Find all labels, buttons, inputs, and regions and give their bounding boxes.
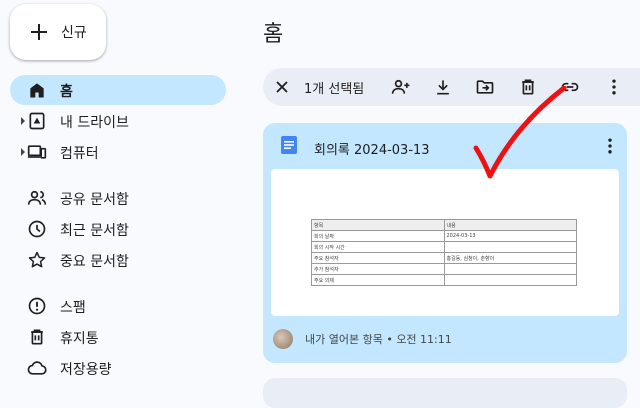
table-cell: 회의 날짜 <box>311 230 445 242</box>
computer-icon <box>27 145 47 159</box>
file-card[interactable] <box>263 378 627 408</box>
sidebar-item-recent[interactable]: 최근 문서함 <box>10 214 226 244</box>
sidebar-item-label: 휴지통 <box>60 331 99 347</box>
download-icon[interactable] <box>433 77 453 97</box>
clock-icon <box>28 220 46 238</box>
selection-count: 1개 선택됨 <box>304 82 365 97</box>
page-title: 홈 <box>263 22 284 47</box>
share-icon[interactable] <box>391 77 411 97</box>
sidebar-item-label: 홈 <box>60 84 73 100</box>
table-cell: 추가 참석자 <box>311 263 445 275</box>
table-row: 항목 내용 <box>311 219 577 231</box>
new-button-label: 신규 <box>61 25 87 41</box>
star-icon <box>28 251 46 268</box>
spam-icon <box>28 297 46 315</box>
home-icon <box>30 83 44 98</box>
table-row: 회의 날짜 2024-03-13 <box>311 230 577 242</box>
people-icon <box>27 190 47 205</box>
move-to-folder-icon[interactable] <box>475 77 495 97</box>
new-button[interactable]: 신규 <box>10 4 106 60</box>
sidebar-item-spam[interactable]: 스팸 <box>10 291 226 321</box>
file-preview: 항목 내용 회의 날짜 2024-03-13 회의 시작 시간 주요 참석자 홍… <box>271 169 619 316</box>
table-cell <box>443 274 577 286</box>
google-docs-icon <box>281 136 297 154</box>
table-cell: 회의 시작 시간 <box>311 241 445 253</box>
sidebar-item-my-drive[interactable]: 내 드라이브 <box>10 106 226 136</box>
sidebar-item-label: 공유 문서함 <box>60 192 129 208</box>
table-row: 주요 의제 <box>311 274 577 286</box>
more-vert-icon[interactable] <box>604 77 624 97</box>
selection-toolbar: 1개 선택됨 <box>263 68 640 106</box>
table-header-cell: 항목 <box>311 219 445 231</box>
sidebar-item-computers[interactable]: 컴퓨터 <box>10 137 226 167</box>
last-opened-text: 내가 열어본 항목 • 오전 11:11 <box>305 333 452 346</box>
my-drive-icon <box>29 112 45 130</box>
preview-table: 항목 내용 회의 날짜 2024-03-13 회의 시작 시간 주요 참석자 홍… <box>311 219 577 286</box>
sidebar-item-home[interactable]: 홈 <box>10 75 226 105</box>
file-title: 회의록 2024-03-13 <box>314 143 430 158</box>
sidebar-item-label: 컴퓨터 <box>60 146 99 162</box>
sidebar-item-label: 내 드라이브 <box>60 115 129 131</box>
table-cell <box>443 241 577 253</box>
caret-right-icon[interactable] <box>19 148 27 156</box>
table-cell <box>443 263 577 275</box>
table-header-cell: 내용 <box>443 219 577 231</box>
table-row: 주요 참석자 홍길동, 심청이, 춘향이 <box>311 252 577 264</box>
link-icon[interactable] <box>560 77 580 97</box>
close-icon[interactable] <box>272 77 292 97</box>
table-cell: 주요 의제 <box>311 274 445 286</box>
cloud-icon <box>27 361 47 375</box>
sidebar-item-starred[interactable]: 중요 문서함 <box>10 245 226 275</box>
sidebar-item-trash[interactable]: 휴지통 <box>10 322 226 352</box>
more-vert-icon[interactable] <box>600 136 620 156</box>
file-card[interactable]: 회의록 2024-03-13 항목 내용 회의 날짜 2024-03-13 회의… <box>263 123 627 363</box>
file-card-footer: 내가 열어본 항목 • 오전 11:11 <box>273 328 452 350</box>
trash-icon <box>31 329 43 345</box>
table-cell: 주요 참석자 <box>311 252 445 264</box>
sidebar-item-storage[interactable]: 저장용량 <box>10 353 226 383</box>
trash-icon[interactable] <box>518 77 538 97</box>
table-row: 회의 시작 시간 <box>311 241 577 253</box>
sidebar-item-shared[interactable]: 공유 문서함 <box>10 183 226 213</box>
table-cell: 홍길동, 심청이, 춘향이 <box>443 252 577 264</box>
plus-icon <box>31 24 47 40</box>
table-row: 추가 참석자 <box>311 263 577 275</box>
table-cell: 2024-03-13 <box>443 230 577 242</box>
sidebar-item-label: 중요 문서함 <box>60 254 129 270</box>
sidebar: 신규 홈 내 드라이브 컴퓨터 공유 문서함 최근 문서함 중요 문서함 스팸 … <box>0 0 244 385</box>
caret-right-icon[interactable] <box>19 117 27 125</box>
sidebar-item-label: 최근 문서함 <box>60 223 129 239</box>
avatar <box>273 329 293 349</box>
sidebar-item-label: 저장용량 <box>60 362 112 378</box>
sidebar-item-label: 스팸 <box>60 300 86 316</box>
